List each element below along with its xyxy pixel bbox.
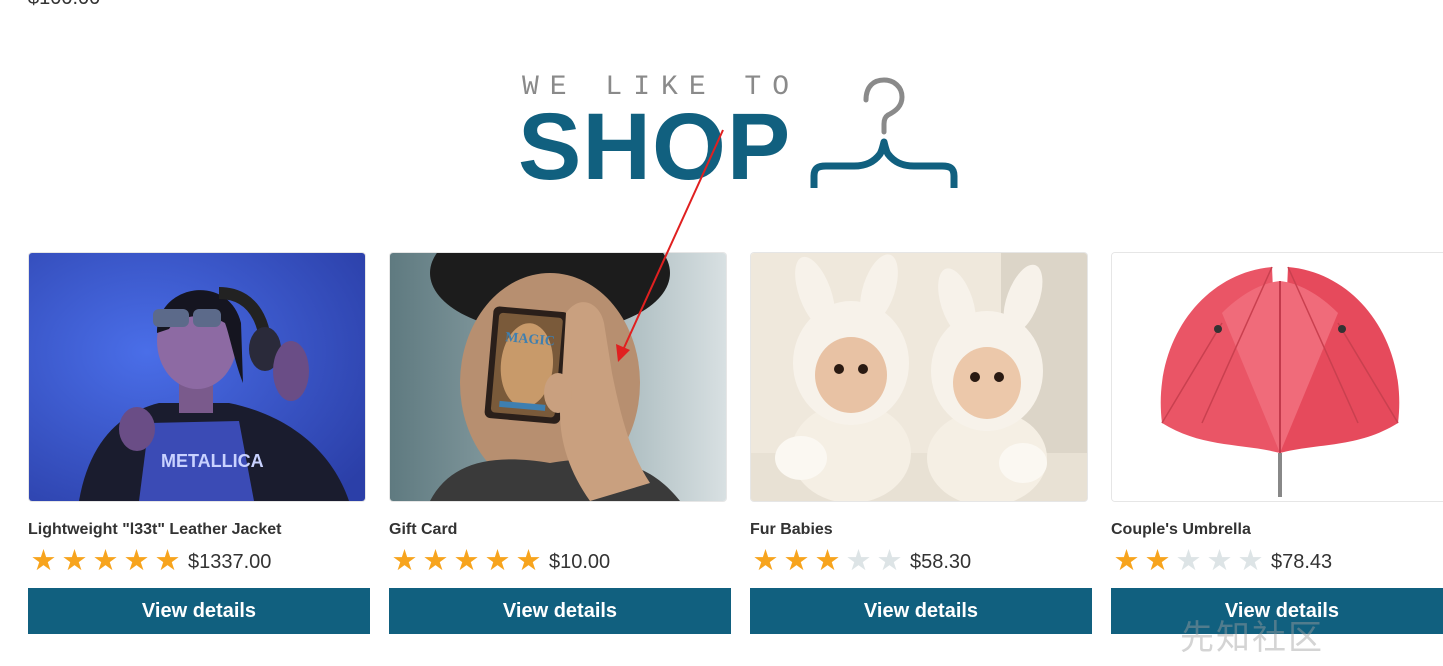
product-image-gift-card[interactable]: MAGIC — [389, 252, 727, 502]
product-price: $10.00 — [549, 550, 611, 573]
product-name: Couple's Umbrella — [1111, 521, 1251, 538]
star-filled-icon: ★ — [484, 542, 511, 577]
product-card-couples-umbrella: Couple's Umbrella ★ ★ ★ ★ ★ $78.43 View deta… — [1111, 252, 1443, 634]
product-card-gift-card: MAGIC Gift Card ★ ★ ★ ★ ★ $10.00 View detail… — [389, 252, 731, 634]
product-price: $1337.00 — [188, 550, 272, 573]
product-grid: METALLICA Lightweight "l33t" Leather Jac… — [28, 252, 1443, 652]
view-details-button[interactable]: View details — [1111, 588, 1443, 634]
hanger-icon — [810, 77, 958, 188]
star-filled-icon: ★ — [752, 542, 779, 577]
star-filled-icon: ★ — [92, 542, 119, 577]
product-rating: ★ ★ ★ ★ ★ $1337.00 — [28, 545, 370, 575]
product-name: Gift Card — [389, 521, 458, 538]
star-empty-icon: ★ — [845, 542, 872, 577]
star-filled-icon: ★ — [783, 542, 810, 577]
star-filled-icon: ★ — [61, 542, 88, 577]
star-rating: ★ ★ ★ ★ ★ — [750, 542, 905, 577]
star-empty-icon: ★ — [1175, 542, 1202, 577]
product-card-fur-babies: Fur Babies ★ ★ ★ ★ ★ $58.30 View details — [750, 252, 1092, 634]
product-image-fur-babies[interactable] — [750, 252, 1088, 502]
star-filled-icon: ★ — [123, 542, 150, 577]
product-name: Fur Babies — [750, 521, 833, 538]
product-image-leather-jacket[interactable]: METALLICA — [28, 252, 366, 502]
star-empty-icon: ★ — [1237, 542, 1264, 577]
star-filled-icon: ★ — [391, 542, 418, 577]
view-details-button[interactable]: View details — [389, 588, 731, 634]
product-card-leather-jacket: METALLICA Lightweight "l33t" Leather Jac… — [28, 252, 370, 634]
shop-logo[interactable]: WE LIKE TO SHOP — [518, 66, 968, 196]
product-rating: ★ ★ ★ ★ ★ $10.00 — [389, 545, 731, 575]
star-filled-icon: ★ — [814, 542, 841, 577]
previous-product-price: $100.00 — [28, 0, 100, 10]
page: $100.00 WE LIKE TO SHOP — [0, 0, 1443, 666]
svg-text:METALLICA: METALLICA — [161, 451, 264, 471]
product-image-couples-umbrella[interactable] — [1111, 252, 1443, 502]
star-rating: ★ ★ ★ ★ ★ — [1111, 542, 1266, 577]
star-filled-icon: ★ — [1144, 542, 1171, 577]
star-filled-icon: ★ — [422, 542, 449, 577]
star-filled-icon: ★ — [30, 542, 57, 577]
star-rating: ★ ★ ★ ★ ★ — [389, 542, 544, 577]
product-rating: ★ ★ ★ ★ ★ $78.43 — [1111, 545, 1443, 575]
star-empty-icon: ★ — [1206, 542, 1233, 577]
star-rating: ★ ★ ★ ★ ★ — [28, 542, 183, 577]
star-filled-icon: ★ — [1113, 542, 1140, 577]
star-empty-icon: ★ — [876, 542, 903, 577]
logo-title: SHOP — [518, 94, 792, 200]
product-price: $58.30 — [910, 550, 972, 573]
view-details-button[interactable]: View details — [750, 588, 1092, 634]
star-filled-icon: ★ — [154, 542, 181, 577]
star-filled-icon: ★ — [515, 542, 542, 577]
view-details-button[interactable]: View details — [28, 588, 370, 634]
product-price: $78.43 — [1271, 550, 1333, 573]
product-name: Lightweight "l33t" Leather Jacket — [28, 521, 282, 538]
star-filled-icon: ★ — [453, 542, 480, 577]
product-rating: ★ ★ ★ ★ ★ $58.30 — [750, 545, 1092, 575]
